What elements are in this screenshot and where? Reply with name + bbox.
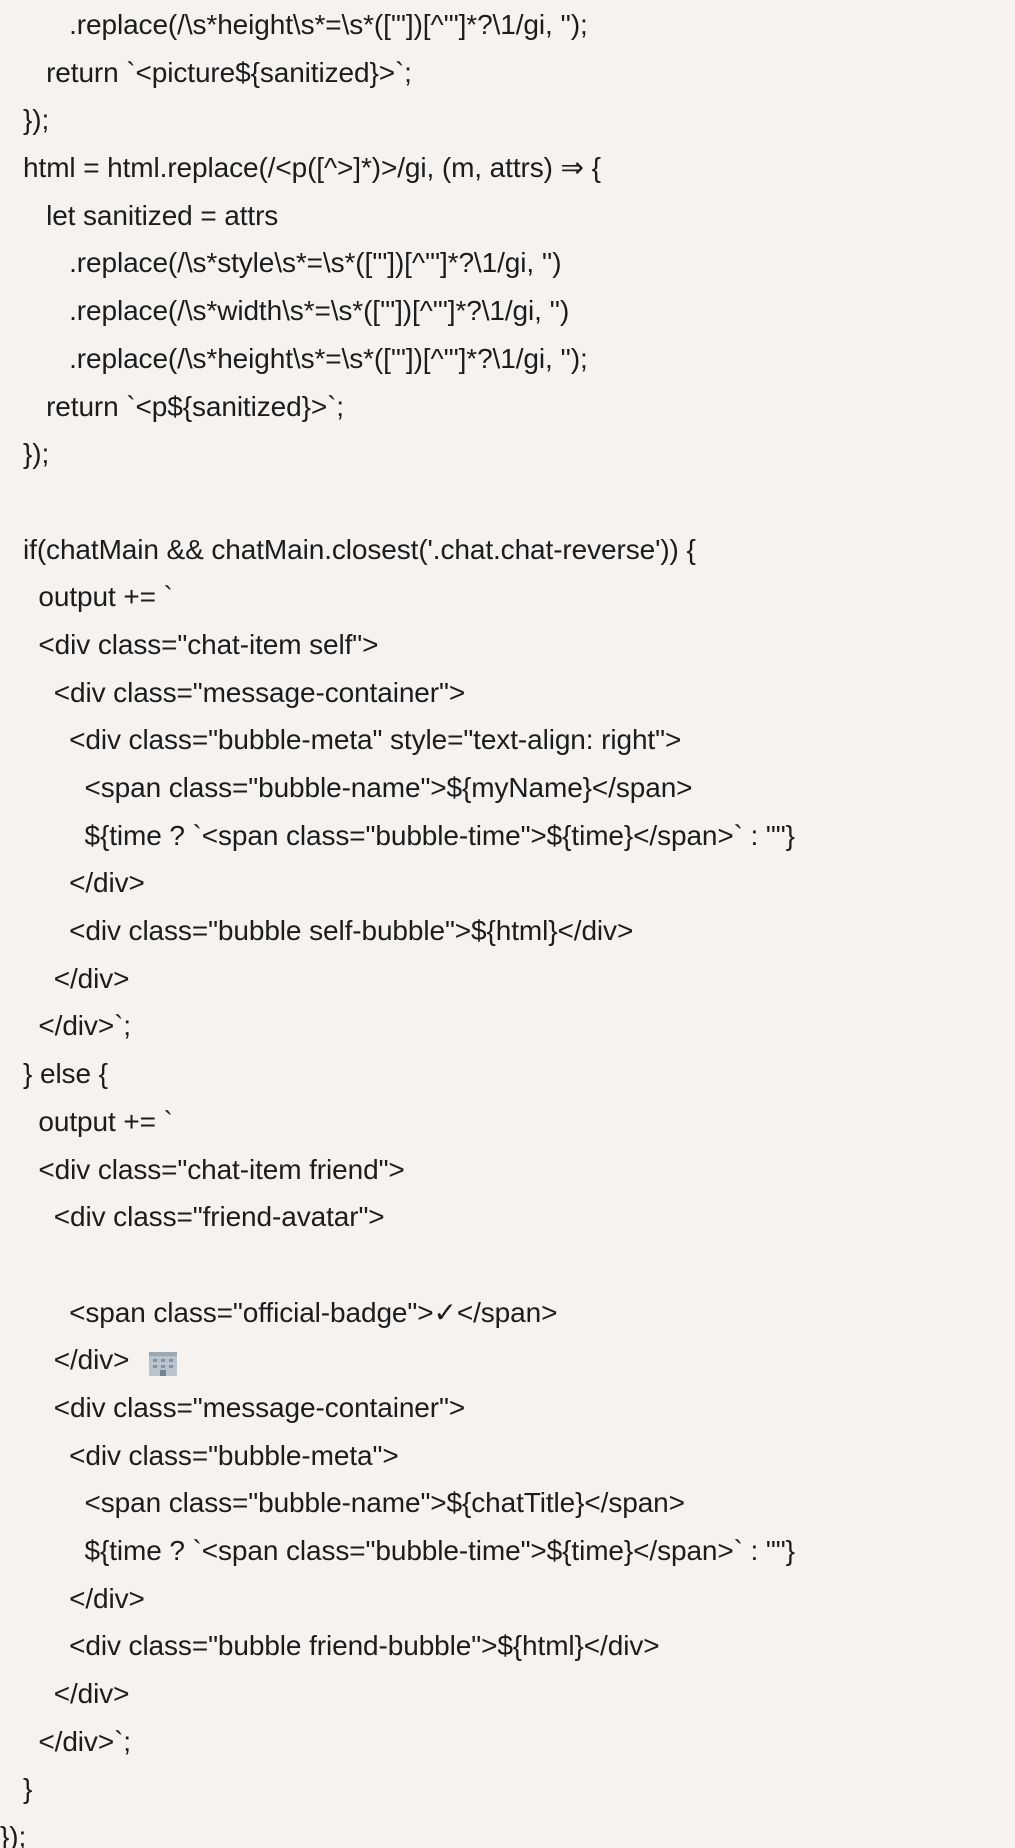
code-line-9: return `<p${sanitized}>`;: [0, 390, 344, 422]
code-line-1: .replace(/\s*height\s*=\s*(['"])[^'"]*?\…: [0, 9, 588, 40]
code-line-8: .replace(/\s*height\s*=\s*(['"])[^'"]*?\…: [0, 342, 588, 374]
code-line-30: <div class="message-container">: [0, 1391, 466, 1423]
code-line-35: <div class="bubble friend-bubble">${html…: [0, 1630, 660, 1662]
code-line-34: </div>: [0, 1582, 145, 1614]
code-line-14: <div class="chat-item self">: [0, 628, 379, 660]
code-line-3: });: [0, 104, 50, 136]
code-line-13: output += `: [0, 581, 173, 613]
code-line-39: });: [0, 1821, 27, 1848]
code-line-15: <div class="message-container">: [0, 676, 466, 708]
code-line-26: <div class="friend-avatar">: [0, 1201, 385, 1233]
code-line-28: <span class="official-badge">✓</span>: [0, 1296, 558, 1328]
code-line-2: return `<picture${sanitized}>`;: [0, 56, 412, 88]
code-line-37: </div>`;: [0, 1725, 131, 1757]
code-line-22: </div>`;: [0, 1010, 131, 1042]
code-line-32: <span class="bubble-name">${chatTitle}</…: [0, 1487, 685, 1519]
code-line-17: <span class="bubble-name">${myName}</spa…: [0, 772, 693, 803]
code-line-21: </div>: [0, 962, 130, 994]
code-line-16: <div class="bubble-meta" style="text-ali…: [0, 724, 682, 756]
code-line-36: </div>: [0, 1678, 130, 1710]
code-line-18: ${time ? `<span class="bubble-time">${ti…: [0, 819, 795, 851]
code-line-24: output += `: [0, 1105, 173, 1137]
code-line-20: <div class="bubble self-bubble">${html}<…: [0, 915, 634, 947]
code-line-31: <div class="bubble-meta">: [0, 1439, 399, 1471]
code-line-27: [0, 1241, 1015, 1376]
code-line-33: ${time ? `<span class="bubble-time">${ti…: [0, 1535, 795, 1566]
code-line-7: .replace(/\s*width\s*=\s*(['"])[^'"]*?\1…: [0, 295, 570, 327]
code-line-38: }: [0, 1773, 33, 1805]
code-line-29: </div>: [0, 1344, 130, 1376]
code-line-25: <div class="chat-item friend">: [0, 1153, 405, 1185]
code-line-12: if(chatMain && chatMain.closest('.chat.c…: [0, 533, 696, 565]
code-line-23: } else {: [0, 1058, 108, 1090]
code-view: .replace(/\s*height\s*=\s*(['"])[^'"]*?\…: [0, 0, 1015, 1848]
code-line-5: let sanitized = attrs: [0, 199, 279, 231]
code-line-10: });: [0, 438, 50, 470]
code-line-19: </div>: [0, 867, 145, 899]
code-line-4: html = html.replace(/<p([^>]*)>/gi, (m, …: [0, 152, 601, 184]
code-line-6: .replace(/\s*style\s*=\s*(['"])[^'"]*?\1…: [0, 247, 562, 279]
